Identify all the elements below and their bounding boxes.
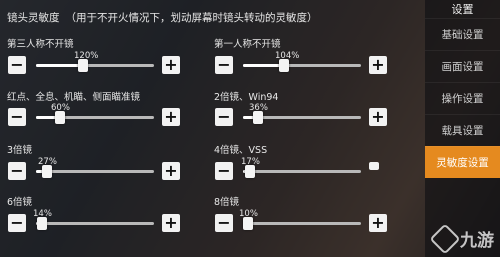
decrease-button[interactable]: −: [215, 214, 233, 232]
slider-handle[interactable]: [243, 217, 253, 230]
slider-track[interactable]: 17%: [241, 157, 361, 178]
sensitivity-panel: 镜头灵敏度 （用于不开火情况下，划动屏幕时镜头转动的灵敏度） 第三人称不开镜 − …: [0, 0, 425, 257]
slider-label-8x-scope: 8倍镜: [214, 197, 240, 208]
sidebar-item-controls[interactable]: 操作设置: [425, 82, 500, 114]
slider-control-first-person: − 104% +: [215, 51, 390, 78]
section-title: 镜头灵敏度: [7, 12, 60, 24]
slider-control-red-dot: − 60% +: [8, 103, 183, 130]
increase-button[interactable]: +: [369, 214, 387, 232]
watermark-text: 九游: [460, 231, 494, 251]
slider-handle[interactable]: [279, 59, 289, 72]
increase-button[interactable]: +: [162, 56, 180, 74]
increase-button[interactable]: +: [369, 56, 387, 74]
slider-control-2x-scope: − 36% +: [215, 103, 390, 130]
slider-control-3x-scope: − 27% +: [8, 157, 183, 184]
sidebar-item-label: 载具设置: [441, 125, 484, 137]
slider-track[interactable]: 104%: [243, 51, 361, 72]
slider-track[interactable]: 36%: [243, 103, 361, 124]
decrease-button[interactable]: −: [215, 162, 233, 180]
decrease-button[interactable]: −: [215, 108, 233, 126]
section-subtitle: （用于不开火情况下，划动屏幕时镜头转动的灵敏度）: [65, 12, 318, 24]
slider-label-3x-scope: 3倍镜: [7, 145, 33, 156]
sidebar-item-graphics[interactable]: 画面设置: [425, 50, 500, 82]
slider-handle[interactable]: [245, 165, 255, 178]
settings-sidebar: 设置 基础设置 画面设置 操作设置 载具设置 灵敏度设置: [425, 0, 500, 257]
increase-button[interactable]: [369, 162, 379, 170]
sidebar-item-label: 灵敏度设置: [436, 157, 489, 169]
sidebar-item-label: 画面设置: [441, 61, 484, 73]
slider-control-6x-scope: − 14% +: [8, 209, 183, 236]
slider-label-third-person: 第三人称不开镜: [7, 39, 74, 50]
slider-control-8x-scope: − 10% +: [215, 209, 390, 236]
decrease-button[interactable]: −: [215, 56, 233, 74]
slider-handle[interactable]: [37, 217, 47, 230]
watermark: 九游: [429, 222, 494, 255]
slider-label-first-person: 第一人称不开镜: [214, 39, 281, 50]
increase-button[interactable]: +: [162, 108, 180, 126]
sidebar-item-sensitivity[interactable]: 灵敏度设置: [425, 146, 500, 178]
increase-button[interactable]: +: [369, 108, 387, 126]
increase-button[interactable]: +: [162, 214, 180, 232]
slider-handle[interactable]: [253, 111, 263, 124]
slider-fill: [243, 64, 284, 67]
increase-button[interactable]: +: [162, 162, 180, 180]
sidebar-item-vehicle[interactable]: 载具设置: [425, 114, 500, 146]
sidebar-title: 设置: [451, 3, 474, 16]
slider-label-2x-scope: 2倍镜、Win94: [214, 92, 279, 103]
slider-handle[interactable]: [42, 165, 52, 178]
slider-label-4x-scope: 4倍镜、VSS: [214, 145, 268, 156]
decrease-button[interactable]: −: [8, 162, 26, 180]
slider-handle[interactable]: [55, 111, 65, 124]
slider-control-third-person: − 120% +: [8, 51, 183, 78]
slider-control-4x-scope: − 17%: [215, 157, 390, 184]
slider-handle[interactable]: [78, 59, 88, 72]
decrease-button[interactable]: −: [8, 214, 26, 232]
slider-label-red-dot: 红点、全息、机瞄、侧面瞄准镜: [7, 92, 141, 103]
slider-track[interactable]: 10%: [239, 209, 361, 230]
decrease-button[interactable]: −: [8, 108, 26, 126]
sidebar-item-label: 操作设置: [441, 93, 484, 105]
decrease-button[interactable]: −: [8, 56, 26, 74]
slider-track[interactable]: 14%: [33, 209, 154, 230]
sidebar-item-basic[interactable]: 基础设置: [425, 18, 500, 50]
sidebar-item-label: 基础设置: [441, 29, 484, 41]
watermark-logo-icon: [429, 222, 461, 255]
slider-track[interactable]: 120%: [36, 51, 154, 72]
section-header: 镜头灵敏度 （用于不开火情况下，划动屏幕时镜头转动的灵敏度）: [7, 10, 318, 25]
slider-fill: [36, 64, 83, 67]
slider-track[interactable]: 27%: [36, 157, 154, 178]
slider-label-6x-scope: 6倍镜: [7, 197, 33, 208]
slider-track[interactable]: 60%: [36, 103, 154, 124]
